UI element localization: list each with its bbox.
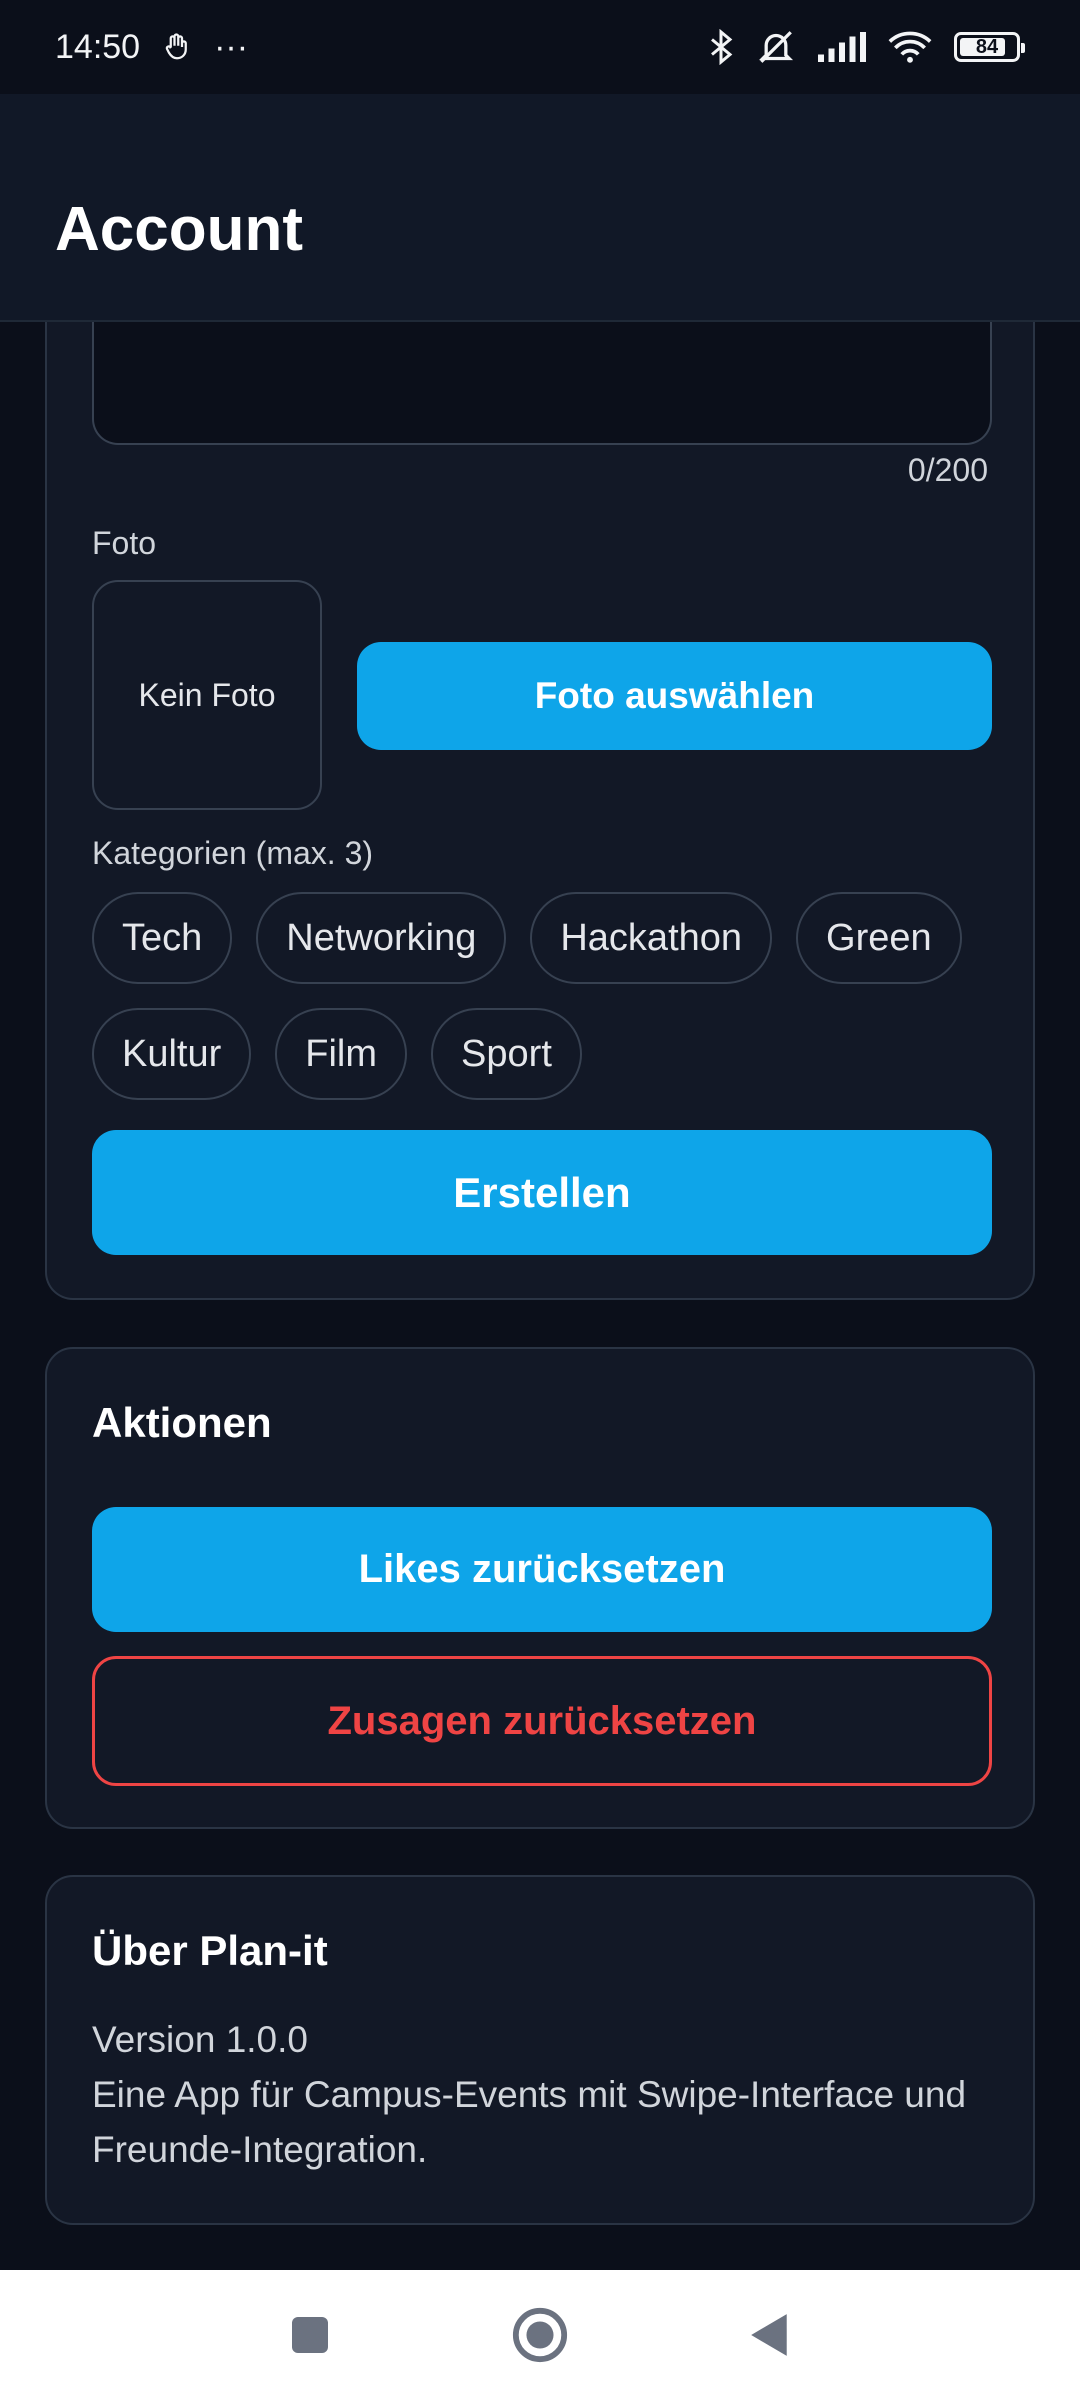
create-event-card: 0/200 Foto Kein Foto Foto auswählen Kate… <box>45 230 1035 1300</box>
scroll-content[interactable]: 0/200 Foto Kein Foto Foto auswählen Kate… <box>0 0 1080 2270</box>
actions-title: Aktionen <box>92 1399 272 1446</box>
about-card: Über Plan-it Version 1.0.0 Eine App für … <box>45 1875 1035 2225</box>
system-nav-bar <box>0 2270 1080 2400</box>
reset-commitments-button[interactable]: Zusagen zurücksetzen <box>92 1656 992 1786</box>
chip-hackathon[interactable]: Hackathon <box>530 892 773 984</box>
char-counter: 0/200 <box>907 452 988 488</box>
create-button[interactable]: Erstellen <box>92 1130 992 1255</box>
recents-icon[interactable] <box>270 2295 350 2375</box>
reset-likes-button[interactable]: Likes zurücksetzen <box>92 1507 992 1632</box>
back-icon[interactable] <box>730 2295 810 2375</box>
home-icon[interactable] <box>500 2295 580 2375</box>
categories-label: Kategorien (max. 3) <box>92 835 374 871</box>
photo-label: Foto <box>92 525 157 561</box>
chip-networking[interactable]: Networking <box>256 892 507 984</box>
chip-green[interactable]: Green <box>796 892 962 984</box>
chip-kultur[interactable]: Kultur <box>92 1008 252 1100</box>
about-text: Version 1.0.0 Eine App für Campus-Events… <box>92 2012 992 2177</box>
version-text: Version 1.0.0 <box>92 2019 308 2060</box>
photo-placeholder-text: Kein Foto <box>138 676 276 713</box>
chip-film[interactable]: Film <box>275 1008 408 1100</box>
page-title: Account <box>55 195 303 264</box>
about-title: Über Plan-it <box>92 1927 328 1974</box>
chip-sport[interactable]: Sport <box>431 1008 582 1100</box>
choose-photo-button[interactable]: Foto auswählen <box>357 642 992 750</box>
category-chips: Tech Networking Hackathon Green Kultur F… <box>92 892 1012 1124</box>
actions-card: Aktionen Likes zurücksetzen Zusagen zurü… <box>45 1347 1035 1829</box>
chip-tech[interactable]: Tech <box>92 892 233 984</box>
app-bar: Account <box>0 94 1080 322</box>
photo-preview: Kein Foto <box>92 580 322 810</box>
description-text: Eine App für Campus-Events mit Swipe-Int… <box>92 2074 967 2170</box>
